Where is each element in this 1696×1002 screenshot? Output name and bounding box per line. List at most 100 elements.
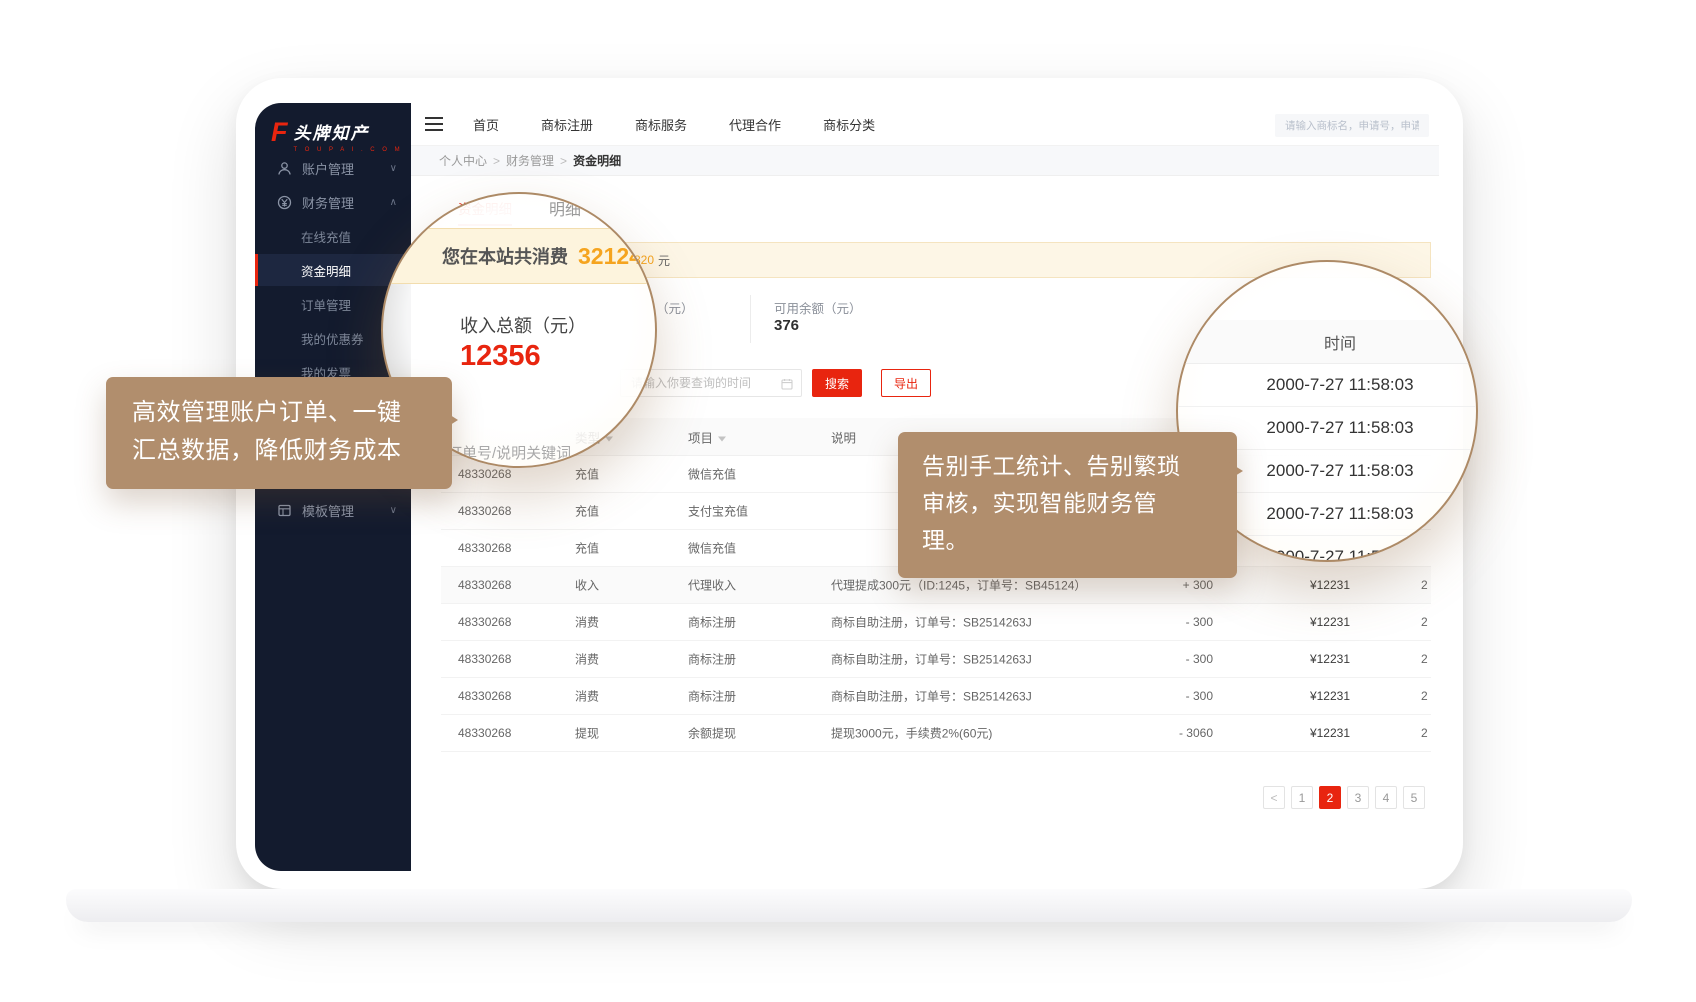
chevron-up-icon: ∧ [390,197,397,208]
table-row[interactable]: 48330268提现余额提现提现3000元，手续费2%(60元)- 3060¥1… [441,715,1431,752]
sidebar-group-finance[interactable]: 财务管理 ∧ [255,186,411,218]
cell-balance: ¥12231 [1261,652,1350,666]
chevron-down-icon: ∨ [390,505,397,516]
cell-order-number: 48330268 [458,541,511,555]
magnified-income-value: 12356 [460,340,541,373]
callout-right: 告别手工统计、告别繁琐 审核，实现智能财务管 理。 [898,432,1237,578]
cell-amount: - 300 [1131,615,1213,629]
brand-logo[interactable]: F 头牌知产 T O U P A I . C O M [271,119,403,153]
pagination-page-1[interactable]: 1 [1291,786,1313,809]
calendar-icon[interactable] [781,377,793,395]
cell-time-clipped: 2 [1421,652,1431,666]
cell-amount: + 300 [1131,578,1213,592]
nav-tab-5[interactable]: 商标分类 [823,115,875,134]
cell-order-number: 48330268 [458,467,511,481]
brand-name: 头牌知产 [294,119,403,144]
table-row[interactable]: 48330268 消费 商标注册 商标自助注册，订单号：SB2514263J- 300… [441,604,1431,641]
cell-description: 商标自助注册，订单号：SB2514263J [831,614,1161,631]
magnified-income-label: 收入总额（元） [460,312,586,338]
cell-description: 商标自助注册，订单号：SB2514263J [831,688,1161,705]
magnified-tab-fragment: 明细 [549,196,581,220]
cell-balance: ¥12231 [1261,689,1350,703]
cell-description: 提现3000元，手续费2%(60元) [831,725,1161,742]
cell-project: 商标注册 [688,651,736,668]
table-row[interactable]: 48330268 消费 商标注册 商标自助注册，订单号：SB2514263J- 300… [441,641,1431,678]
breadcrumb: 个人中心 > 财务管理 > 资金明细 [411,146,1439,176]
nav-tab-1[interactable]: 首页 [473,115,499,134]
cell-type: 消费 [575,651,599,668]
user-icon [277,161,292,176]
search-button[interactable]: 搜索 [812,369,862,397]
sidebar-group-template[interactable]: 模板管理 ∨ [255,494,411,526]
sort-caret-icon [718,436,726,441]
cell-order-number: 48330268 [458,689,511,703]
cell-amount: - 300 [1131,652,1213,666]
cell-type: 充值 [575,540,599,557]
pagination-page-3[interactable]: 3 [1347,786,1369,809]
cell-amount: - 300 [1131,689,1213,703]
magnified-column-header: 订单号/说明关键词 [447,442,571,463]
cell-type: 收入 [575,577,599,594]
cell-type: 充值 [575,466,599,483]
export-button[interactable]: 导出 [881,369,931,397]
cell-description: 商标自助注册，订单号：SB2514263J [831,651,1161,668]
breadcrumb-item-2[interactable]: 财务管理 [506,152,554,169]
canvas: F 头牌知产 T O U P A I . C O M 账户管理 ∨ 财务管理 ∧ [0,0,1696,1002]
cell-project: 商标注册 [688,614,736,631]
nav-tab-3[interactable]: 商标服务 [635,115,687,134]
template-icon [277,503,292,518]
pagination-page-4[interactable]: 4 [1375,786,1397,809]
sidebar-group-label: 财务管理 [302,193,354,212]
cell-description: 代理提成300元（ID:1245，订单号：SB45124） [831,577,1161,594]
magnified-time-header: 时间 [1178,320,1476,364]
laptop-base [66,889,1632,922]
cell-project: 微信充值 [688,540,736,557]
balance-label: 可用余额（元） [774,298,862,317]
table-row[interactable]: 48330268 消费 商标注册 商标自助注册，订单号：SB2514263J- 300… [441,678,1431,715]
cell-project: 余额提现 [688,725,736,742]
cell-project: 代理收入 [688,577,736,594]
pagination-prev-button[interactable]: < [1263,786,1285,809]
trademark-search-input[interactable] [1275,114,1429,137]
magnified-banner-prefix: 您在本站共消费 [442,243,568,269]
pagination: <12345 [1263,786,1425,809]
cell-order-number: 48330268 [458,652,511,666]
breadcrumb-separator: > [560,154,567,168]
nav-tab-4[interactable]: 代理合作 [729,115,781,134]
cell-project: 支付宝充值 [688,503,748,520]
cell-order-number: 48330268 [458,615,511,629]
hamburger-menu-icon[interactable] [425,117,443,135]
cell-project: 微信充值 [688,466,736,483]
sidebar-group-label: 模板管理 [302,501,354,520]
cell-type: 充值 [575,503,599,520]
breadcrumb-item-1[interactable]: 个人中心 [439,152,487,169]
nav-tab-2[interactable]: 商标注册 [541,115,593,134]
cell-project: 商标注册 [688,688,736,705]
cell-balance: ¥12231 [1261,726,1350,740]
stat-mid-label: （元） [656,298,694,317]
finance-icon [277,195,292,210]
cell-order-number: 48330268 [458,504,511,518]
pagination-page-5[interactable]: 5 [1403,786,1425,809]
stat-divider [750,295,751,343]
header-project[interactable]: 项目 [688,427,726,446]
callout-left: 高效管理账户订单、一键 汇总数据，降低财务成本 [106,377,452,489]
sidebar-group-account[interactable]: 账户管理 ∨ [255,152,411,184]
cell-time-clipped: 2 [1421,578,1431,592]
topbar: 首页 商标注册 商标服务 代理合作 商标分类 [411,103,1439,146]
cell-order-number: 48330268 [458,578,511,592]
magnified-time-row: 2000-7-27 11:58:03 [1178,364,1476,407]
banner-unit: 元 [658,252,670,269]
top-navigation: 首页 商标注册 商标服务 代理合作 商标分类 [473,103,875,146]
breadcrumb-separator: > [493,154,500,168]
cell-order-number: 48330268 [458,726,511,740]
cell-time-clipped: 2 [1421,689,1431,703]
cell-type: 消费 [575,614,599,631]
pagination-page-2[interactable]: 2 [1319,786,1341,809]
breadcrumb-item-3[interactable]: 资金明细 [573,152,621,169]
chevron-down-icon: ∨ [390,163,397,174]
magnified-banner: 您在本站共消费 32124 [381,228,657,284]
cell-type: 消费 [575,688,599,705]
cell-balance: ¥12231 [1261,578,1350,592]
cell-balance: ¥12231 [1261,615,1350,629]
